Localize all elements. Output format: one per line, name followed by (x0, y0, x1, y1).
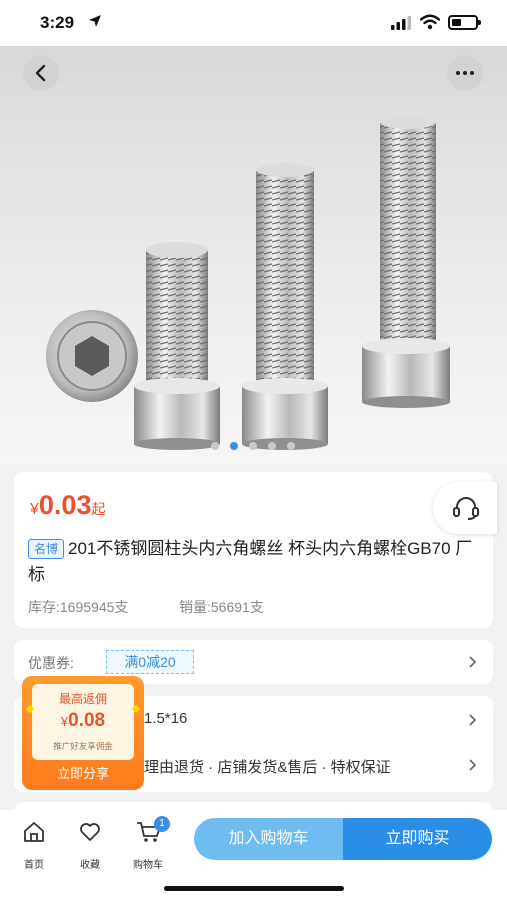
chevron-right-icon (469, 656, 477, 668)
gallery-pagination (0, 440, 507, 452)
sales-count: 销量:56691支 (179, 599, 264, 615)
wifi-icon (420, 14, 440, 30)
cellular-signal-icon (391, 16, 411, 30)
product-price: ¥0.03起 (30, 490, 105, 521)
more-dots-icon (456, 71, 474, 75)
share-now-button[interactable]: 立即分享 (22, 762, 144, 786)
product-image-gallery[interactable] (0, 46, 507, 464)
buy-now-button[interactable]: 立即购买 (343, 818, 492, 860)
cart-count-badge: 1 (154, 816, 170, 832)
status-bar: 3:29 (0, 0, 507, 46)
chevron-right-icon (469, 714, 477, 726)
product-info-card: ¥0.03起 201不锈钢圆柱头内六角螺丝 杯头内六角螺栓GB70 厂标 名博 … (14, 472, 493, 628)
heart-icon (80, 823, 100, 841)
headset-icon (453, 497, 479, 520)
status-time: 3:29 (40, 13, 75, 32)
pagination-dot[interactable] (249, 442, 257, 450)
stock-count: 库存:1695945支 (28, 599, 129, 615)
commission-value: 0.08 (68, 710, 106, 731)
nav-favorites[interactable]: 收藏 (66, 820, 114, 871)
brand-badge: 名博 (28, 539, 65, 559)
spec-selection[interactable]: 1.5*16 (144, 710, 187, 727)
bottom-action-bar: 首页 收藏 1 购物车 加入购物车 立即购买 (0, 810, 507, 900)
coupon-tag[interactable]: 满0减20 (106, 650, 194, 674)
product-detail-page: 3:29 ¥0.03起 201不锈钢圆柱头内六角螺丝 杯头内六角螺栓GB70 厂… (0, 0, 507, 900)
product-title: 201不锈钢圆柱头内六角螺丝 杯头内六角螺栓GB70 厂标 (28, 539, 473, 584)
chevron-left-icon (35, 64, 46, 82)
commission-amount: ¥0.08 (32, 710, 134, 732)
price-value: 0.03 (38, 490, 92, 520)
location-arrow-icon (89, 15, 101, 27)
price-suffix: 起 (91, 501, 106, 517)
price-currency: ¥ (30, 501, 39, 518)
home-icon (24, 822, 44, 842)
more-options-button[interactable] (447, 55, 483, 91)
chevron-right-icon (469, 759, 477, 771)
commission-popup[interactable]: 最高返佣 ¥0.08 推广好友享佣金 立即分享 (22, 676, 144, 790)
battery-level (452, 19, 461, 26)
pagination-dot[interactable] (211, 442, 219, 450)
commission-title: 最高返佣 (58, 692, 107, 706)
commission-subtitle: 推广好友享佣金 (53, 741, 113, 751)
pagination-dot[interactable] (268, 442, 276, 450)
product-photo-screws (46, 115, 450, 450)
pagination-dot[interactable] (230, 442, 238, 450)
pagination-dot[interactable] (287, 442, 295, 450)
coupon-label: 优惠券: (28, 655, 74, 671)
service-guarantees[interactable]: 理由退货 · 店铺发货&售后 · 特权保证 (144, 756, 391, 777)
nav-home-label: 首页 (24, 860, 44, 871)
battery-icon (448, 15, 481, 30)
nav-home[interactable]: 首页 (10, 820, 58, 871)
nav-favorites-label: 收藏 (80, 860, 100, 871)
customer-service-button[interactable] (433, 482, 497, 534)
nav-cart-label: 购物车 (133, 860, 163, 871)
home-indicator (164, 886, 344, 891)
back-button[interactable] (23, 55, 59, 91)
add-to-cart-button[interactable]: 加入购物车 (194, 818, 343, 860)
commission-panel: 最高返佣 ¥0.08 推广好友享佣金 (32, 684, 134, 760)
nav-cart[interactable]: 1 购物车 (124, 816, 172, 871)
